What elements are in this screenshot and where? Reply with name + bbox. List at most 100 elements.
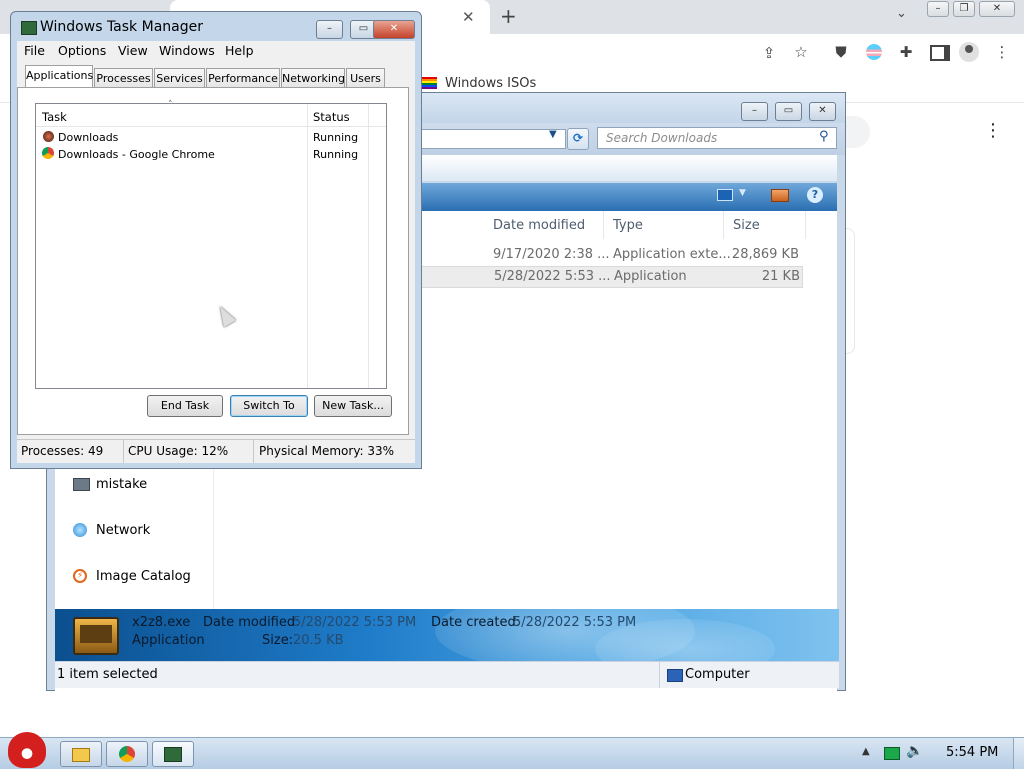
taskbar-task-manager-button[interactable] <box>152 741 194 767</box>
status-memory: Physical Memory: 33% <box>259 444 395 458</box>
task-manager-title: Windows Task Manager <box>40 19 203 35</box>
clock[interactable]: 5:54 PM <box>946 745 998 760</box>
exe-file-icon <box>73 617 119 655</box>
task-manager-icon <box>164 747 182 762</box>
preview-pane-icon[interactable] <box>771 189 789 202</box>
share-icon[interactable]: ⇪ <box>758 44 780 62</box>
search-icon[interactable]: ⚲ <box>819 129 829 144</box>
tab-services[interactable]: Services <box>154 68 205 88</box>
column-header-size[interactable]: Size <box>733 218 760 233</box>
star-icon[interactable]: ☆ <box>790 43 812 61</box>
tm-minimize-button[interactable]: – <box>316 20 343 39</box>
nav-item-image-catalog[interactable]: ⚡ Image Catalog <box>73 569 213 589</box>
file-size: 21 KB <box>761 269 800 284</box>
search-placeholder: Search Downloads <box>606 131 718 145</box>
file-date: 9/17/2020 2:38 ... <box>493 247 610 262</box>
end-task-button[interactable]: End Task <box>147 395 223 417</box>
network-folder-icon <box>73 478 90 491</box>
file-row[interactable]: 9/17/2020 2:38 ... Application exte... 2… <box>421 245 801 265</box>
menu-file[interactable]: File <box>24 43 45 58</box>
address-dropdown-icon[interactable]: ▼ <box>549 129 557 140</box>
volume-icon[interactable]: 🔈 <box>906 743 923 759</box>
file-size: 28,869 KB <box>731 247 799 262</box>
tab-processes[interactable]: Processes <box>94 68 153 88</box>
network-status-icon[interactable] <box>884 747 900 760</box>
new-task-button[interactable]: New Task... <box>314 395 392 417</box>
explorer-close-button[interactable]: ✕ <box>809 102 836 121</box>
column-divider[interactable] <box>723 211 724 239</box>
column-divider[interactable] <box>368 104 369 388</box>
page-card-edge <box>846 228 855 354</box>
task-row[interactable]: Downloads - Google Chrome Running <box>40 147 366 163</box>
address-input[interactable] <box>421 129 566 149</box>
ublock-icon[interactable]: ⛊ <box>830 43 852 61</box>
details-size-value: 20.5 KB <box>293 633 344 648</box>
status-selection: 1 item selected <box>57 667 158 682</box>
search-input[interactable]: Search Downloads <box>597 127 837 149</box>
extension-icon[interactable] <box>866 44 882 60</box>
new-tab-icon[interactable]: + <box>500 4 517 28</box>
page-search-pill <box>842 116 870 148</box>
switch-to-button[interactable]: Switch To <box>230 395 308 417</box>
views-icon[interactable] <box>717 189 733 201</box>
explorer-app-icon <box>43 131 54 142</box>
chrome-icon <box>119 746 135 762</box>
profile-icon[interactable] <box>959 42 979 62</box>
views-dropdown-icon[interactable]: ▼ <box>739 188 746 198</box>
task-list[interactable]: Task ˄ Status Downloads Running Download… <box>35 100 387 389</box>
status-divider <box>659 662 660 688</box>
status-cpu: CPU Usage: 12% <box>128 444 229 458</box>
explorer-maximize-button[interactable]: ▭ <box>775 102 802 121</box>
explorer-minimize-button[interactable]: – <box>741 102 768 121</box>
nav-item-label: mistake <box>96 477 148 492</box>
details-date-modified-value: 5/28/2022 5:53 PM <box>293 615 417 630</box>
minimize-icon[interactable]: – <box>927 1 949 17</box>
column-header-date[interactable]: Date modified <box>493 218 585 233</box>
file-row-selected[interactable]: 5/28/2022 5:53 ... Application 21 KB <box>421 266 803 288</box>
status-divider <box>123 440 124 463</box>
puzzle-icon[interactable]: ✚ <box>895 43 917 61</box>
file-type: Application <box>614 269 687 284</box>
tab-performance[interactable]: Performance <box>206 68 280 88</box>
task-status: Running <box>313 131 359 144</box>
side-panel-icon[interactable] <box>930 45 950 61</box>
column-header-type[interactable]: Type <box>613 218 643 233</box>
show-desktop-button[interactable] <box>1013 738 1024 769</box>
details-pane: x2z8.exe Application Date modified: 5/28… <box>55 609 839 661</box>
page-menu-icon[interactable]: ⋮ <box>984 120 1002 141</box>
nav-item-network[interactable]: Network <box>73 523 203 543</box>
bookmark-windows-isos[interactable]: Windows ISOs <box>445 76 536 91</box>
taskbar: ▲ 🔈 5:54 PM <box>0 732 1024 769</box>
tab-users[interactable]: Users <box>346 68 385 88</box>
help-icon[interactable]: ? <box>807 187 823 203</box>
column-header-task[interactable]: Task <box>42 110 67 124</box>
status-location: Computer <box>685 667 750 682</box>
tm-close-button[interactable]: ✕ <box>373 20 415 39</box>
details-size-label: Size: <box>262 633 294 648</box>
column-divider[interactable] <box>805 211 806 239</box>
menu-options[interactable]: Options <box>58 43 106 58</box>
image-catalog-icon: ⚡ <box>73 569 87 583</box>
nav-item-mistake[interactable]: mistake <box>73 477 203 497</box>
tab-applications[interactable]: Applications <box>25 65 93 88</box>
close-icon[interactable]: ✕ <box>979 1 1015 17</box>
menu-view[interactable]: View <box>118 43 148 58</box>
close-tab-icon[interactable]: ✕ <box>462 8 475 26</box>
column-divider[interactable] <box>603 211 604 239</box>
chevron-down-icon[interactable]: ⌄ <box>896 6 907 21</box>
tab-networking[interactable]: Networking <box>281 68 345 88</box>
task-row[interactable]: Downloads Running <box>40 130 366 146</box>
rainbow-flag-icon <box>421 77 437 89</box>
details-date-modified-label: Date modified: <box>203 615 300 630</box>
column-header-status[interactable]: Status <box>313 110 350 124</box>
menu-windows[interactable]: Windows <box>159 43 215 58</box>
menu-icon[interactable]: ⋮ <box>991 43 1013 61</box>
menu-help[interactable]: Help <box>225 43 254 58</box>
refresh-icon[interactable]: ⟳ <box>567 128 589 150</box>
start-button-angry-bird-icon[interactable] <box>8 732 46 768</box>
taskbar-explorer-button[interactable] <box>60 741 102 767</box>
file-date: 5/28/2022 5:53 ... <box>494 269 611 284</box>
taskbar-chrome-button[interactable] <box>106 741 148 767</box>
restore-icon[interactable]: ❐ <box>953 1 975 17</box>
show-hidden-icons-icon[interactable]: ▲ <box>862 746 870 757</box>
